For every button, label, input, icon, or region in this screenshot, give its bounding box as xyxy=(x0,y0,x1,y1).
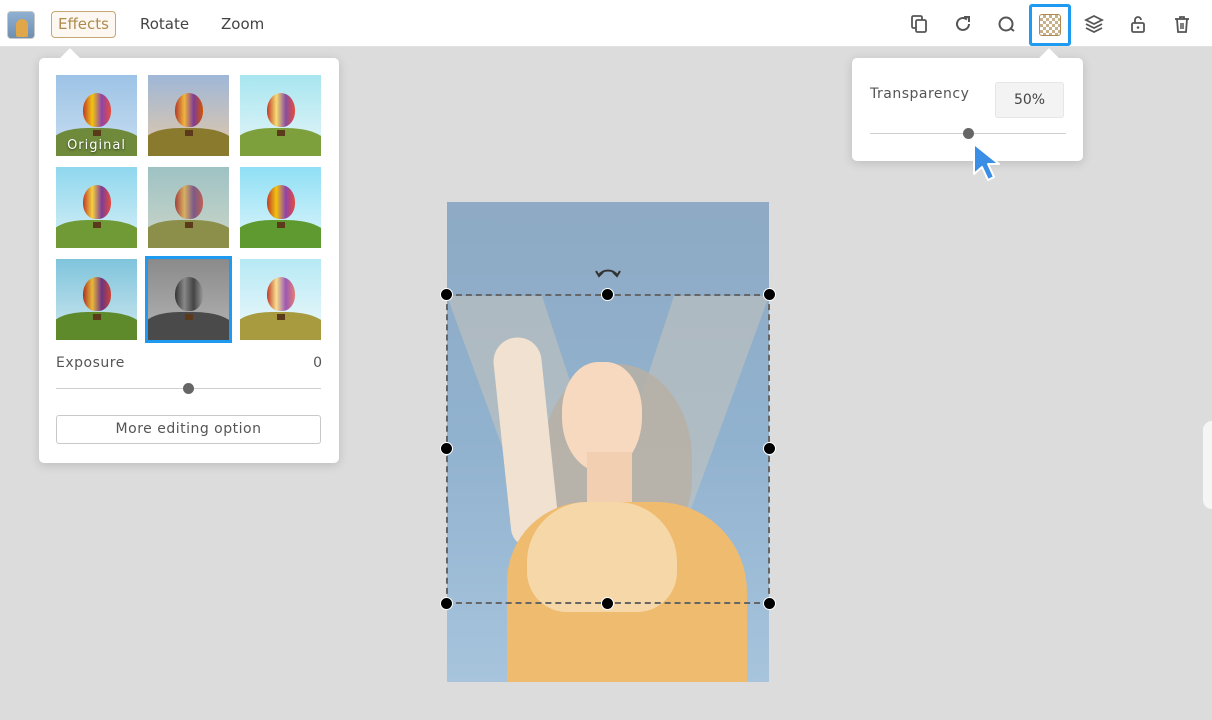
resize-handle-top-right[interactable] xyxy=(763,288,776,301)
resize-handle-top[interactable] xyxy=(601,288,614,301)
filter-thumbnail[interactable] xyxy=(145,256,232,343)
transparency-panel: Transparency 50% xyxy=(852,48,1083,161)
filter-thumbnail[interactable] xyxy=(240,75,321,156)
resize-handle-top-left[interactable] xyxy=(440,288,453,301)
resize-handle-left[interactable] xyxy=(440,442,453,455)
exposure-label: Exposure xyxy=(56,355,125,371)
image-thumbnail[interactable] xyxy=(7,11,35,39)
hot-air-balloon-icon xyxy=(175,93,203,127)
trash-icon[interactable] xyxy=(1170,12,1194,36)
effects-panel: Original Exposure 0 More editing option xyxy=(39,48,339,463)
hot-air-balloon-icon xyxy=(267,93,295,127)
mask-icon[interactable] xyxy=(994,12,1018,36)
resize-handle-right[interactable] xyxy=(763,442,776,455)
filter-thumbnail[interactable] xyxy=(56,259,137,340)
resize-handle-bottom-left[interactable] xyxy=(440,597,453,610)
tab-zoom[interactable]: Zoom xyxy=(214,11,271,38)
copy-icon[interactable] xyxy=(907,12,931,36)
side-panel-toggle[interactable] xyxy=(1202,420,1212,510)
hot-air-balloon-icon xyxy=(175,185,203,219)
hot-air-balloon-icon xyxy=(83,277,111,311)
transparency-label: Transparency xyxy=(870,86,970,102)
resize-handle-bottom-right[interactable] xyxy=(763,597,776,610)
exposure-slider-handle[interactable] xyxy=(183,383,194,394)
transparency-slider-handle[interactable] xyxy=(962,128,974,139)
hot-air-balloon-icon xyxy=(83,93,111,127)
redo-icon[interactable] xyxy=(951,12,975,36)
filter-thumbnail[interactable] xyxy=(240,259,321,340)
filter-thumbnail[interactable]: Original xyxy=(56,75,137,156)
transparency-icon xyxy=(1039,14,1061,36)
hot-air-balloon-icon xyxy=(83,185,111,219)
hot-air-balloon-icon xyxy=(175,277,203,311)
filter-thumbnail[interactable] xyxy=(240,167,321,248)
tab-effects[interactable]: Effects xyxy=(51,11,116,38)
more-editing-option-button[interactable]: More editing option xyxy=(56,415,321,444)
top-toolbar: Effects Rotate Zoom xyxy=(0,0,1212,47)
selection-frame[interactable] xyxy=(446,294,770,604)
filter-thumbnail[interactable] xyxy=(148,75,229,156)
transparency-button[interactable] xyxy=(1029,4,1071,46)
mouse-cursor-icon xyxy=(973,143,1000,181)
transparency-value-field[interactable]: 50% xyxy=(995,82,1064,118)
hot-air-balloon-icon xyxy=(267,277,295,311)
tab-rotate[interactable]: Rotate xyxy=(133,11,196,38)
hot-air-balloon-icon xyxy=(267,185,295,219)
filter-thumbnail[interactable] xyxy=(56,167,137,248)
lock-icon[interactable] xyxy=(1126,12,1150,36)
filter-thumbnail[interactable] xyxy=(148,167,229,248)
exposure-value: 0 xyxy=(313,355,322,371)
filter-caption: Original xyxy=(67,138,126,153)
resize-handle-bottom[interactable] xyxy=(601,597,614,610)
rotate-handle-icon[interactable] xyxy=(594,262,622,280)
layers-icon[interactable] xyxy=(1082,12,1106,36)
